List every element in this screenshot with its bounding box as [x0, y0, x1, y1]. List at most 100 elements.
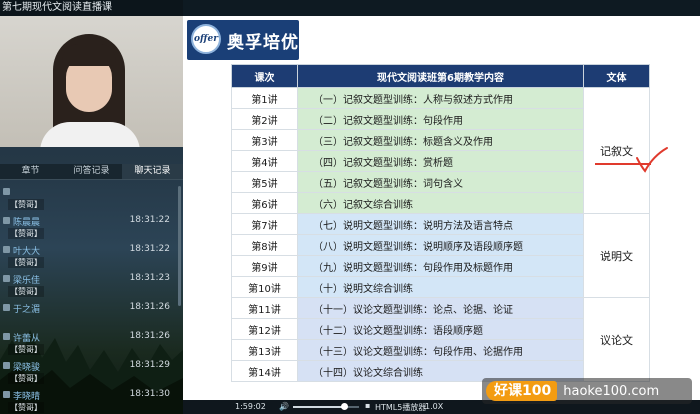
syllabus-table: 课次 现代文阅读班第6期教学内容 文体 第1讲 （一）记叙文题型训练：人称与叙述… — [231, 64, 650, 382]
content-cell: （二）记叙文题型训练：句段作用 — [297, 108, 584, 130]
panel-tabs: 章节 问答记录 聊天记录 — [0, 164, 183, 180]
header-content: 现代文阅读班第6期教学内容 — [297, 64, 584, 88]
table-row: 第7讲 （七）说明文题型训练：说明方法及语言特点 说明文 — [231, 213, 650, 298]
watermark-url: haoke100.com — [563, 383, 660, 399]
tab-chapters[interactable]: 章节 — [0, 164, 61, 179]
volume-knob[interactable] — [341, 403, 349, 410]
chat-user-name[interactable]: 梁乐佳 — [13, 273, 40, 286]
chat-item: 【赞哥】 — [0, 186, 183, 215]
content-cell: （十）说明文综合训练 — [297, 276, 584, 298]
slide: offer 奥孚培优 课次 现代文阅读班第6期教学内容 文体 第1讲 （一）记叙… — [183, 16, 700, 400]
chat-time: 18:31:23 — [129, 273, 170, 283]
chat-message: 【赞哥】 — [8, 402, 44, 413]
video-person-shirt — [40, 122, 140, 147]
side-panel: 第七期现代文阅读直播课 章节 问答记录 聊天记录 【赞哥】 陈晨晨 18:31:… — [0, 0, 183, 414]
user-avatar — [3, 246, 10, 253]
chat-message: 【赞哥】 — [8, 373, 44, 384]
chat-user-name[interactable]: 许蕾从 — [13, 331, 40, 344]
user-avatar — [3, 188, 10, 195]
chat-user-name[interactable]: 梁晓骏 — [13, 360, 40, 373]
content-cell: （八）说明文题型训练：说明顺序及语段顺序题 — [297, 234, 584, 256]
logo-text: offer — [194, 34, 218, 44]
chat-user-name[interactable]: 李晓晴 — [13, 389, 40, 402]
user-avatar — [3, 391, 10, 398]
lecture-cell: 第7讲 — [231, 213, 298, 235]
chat-item: 梁晓骏 18:31:29 【赞哥】 — [0, 360, 183, 389]
watermark: 好课100 haoke100.com — [482, 378, 692, 404]
speed-button[interactable]: 1.0X — [425, 402, 443, 411]
chat-time: 18:31:22 — [129, 215, 170, 225]
chat-time: 18:31:30 — [129, 389, 170, 399]
chat-time: 18:31:26 — [129, 331, 170, 341]
lecture-cell: 第2讲 — [231, 108, 298, 130]
lecture-cell: 第14讲 — [231, 360, 298, 382]
content-cell: （十三）议论文题型训练：句段作用、论据作用 — [297, 339, 584, 361]
chat-message: 【赞哥】 — [8, 199, 44, 210]
lecture-cell: 第10讲 — [231, 276, 298, 298]
chat-item: 于之湄 18:31:26 — [0, 302, 183, 331]
chat-scrollbar[interactable] — [178, 186, 181, 306]
header-lecture: 课次 — [231, 64, 298, 88]
lecture-cell: 第5讲 — [231, 171, 298, 193]
content-cell: （九）说明文题型训练：句段作用及标题作用 — [297, 255, 584, 277]
style-cell: 议论文 — [583, 297, 650, 382]
chat-time: 18:31:26 — [129, 302, 170, 312]
header-style: 文体 — [583, 64, 650, 88]
chat-user-name[interactable]: 叶大大 — [13, 244, 40, 257]
lecture-cell: 第12讲 — [231, 318, 298, 340]
user-avatar — [3, 275, 10, 282]
tab-chat-records[interactable]: 聊天记录 — [122, 164, 183, 179]
chat-item: 许蕾从 18:31:26 【赞哥】 — [0, 331, 183, 360]
chat-list: 【赞哥】 陈晨晨 18:31:22 【赞哥】 叶大大 18:31:22 【赞哥】… — [0, 186, 183, 414]
video-person-bangs — [62, 44, 116, 66]
lecture-cell: 第3讲 — [231, 129, 298, 151]
style-cell: 说明文 — [583, 213, 650, 298]
chat-item: 李晓晴 18:31:30 【赞哥】 — [0, 389, 183, 414]
lecture-cell: 第4讲 — [231, 150, 298, 172]
chat-item: 梁乐佳 18:31:23 【赞哥】 — [0, 273, 183, 302]
lecture-cell: 第9讲 — [231, 255, 298, 277]
content-cell: （七）说明文题型训练：说明方法及语言特点 — [297, 213, 584, 235]
content-cell: （三）记叙文题型训练：标题含义及作用 — [297, 129, 584, 151]
brand-logo: offer 奥孚培优 — [187, 20, 299, 60]
table-row: 第1讲 （一）记叙文题型训练：人称与叙述方式作用 记叙文 — [231, 87, 650, 214]
pin-icon[interactable]: ▪ — [365, 401, 370, 410]
content-cell: （十二）议论文题型训练：语段顺序题 — [297, 318, 584, 340]
content-cell: （四）记叙文题型训练：赏析题 — [297, 150, 584, 172]
lecture-cell: 第6讲 — [231, 192, 298, 214]
content-cell: （五）记叙文题型训练：词句含义 — [297, 171, 584, 193]
table-row: 第11讲 （十一）议论文题型训练：论点、论据、论证 议论文 — [231, 297, 650, 382]
volume-slider[interactable] — [293, 403, 359, 410]
content-cell: （十一）议论文题型训练：论点、论据、论证 — [297, 297, 584, 319]
volume-icon[interactable]: 🔊 — [279, 402, 289, 411]
chat-message: 【赞哥】 — [8, 228, 44, 239]
user-avatar — [3, 304, 10, 311]
user-avatar — [3, 217, 10, 224]
chat-message: 【赞哥】 — [8, 344, 44, 355]
teacher-video[interactable] — [0, 16, 183, 147]
playback-time: 1:59:02 — [235, 402, 266, 411]
window-title: 第七期现代文阅读直播课 — [0, 0, 183, 16]
player-name: HTML5播放器 — [375, 403, 427, 412]
chat-user-name[interactable]: 陈晨晨 — [13, 215, 40, 228]
chat-time: 18:31:29 — [129, 360, 170, 370]
chat-message: 【赞哥】 — [8, 286, 44, 297]
offer-logo-icon: offer — [191, 24, 221, 54]
tab-qa-records[interactable]: 问答记录 — [61, 164, 122, 179]
content-cell: （一）记叙文题型训练：人称与叙述方式作用 — [297, 87, 584, 109]
user-avatar — [3, 362, 10, 369]
lecture-cell: 第13讲 — [231, 339, 298, 361]
chat-item: 叶大大 18:31:22 【赞哥】 — [0, 244, 183, 273]
content-cell: （六）记叙文综合训练 — [297, 192, 584, 214]
chat-message: 【赞哥】 — [8, 257, 44, 268]
watermark-badge: 好课100 — [486, 381, 558, 401]
chat-item: 陈晨晨 18:31:22 【赞哥】 — [0, 215, 183, 244]
chat-time: 18:31:22 — [129, 244, 170, 254]
chat-user-name[interactable]: 于之湄 — [13, 302, 40, 315]
lecture-cell: 第1讲 — [231, 87, 298, 109]
checkmark-annotation-icon — [636, 147, 668, 173]
brand-name: 奥孚培优 — [227, 33, 299, 53]
lecture-cell: 第8讲 — [231, 234, 298, 256]
volume-fill — [293, 406, 345, 408]
user-avatar — [3, 333, 10, 340]
